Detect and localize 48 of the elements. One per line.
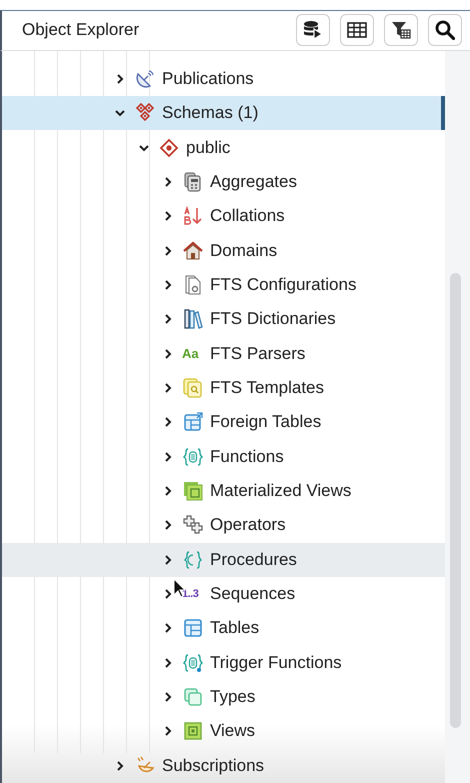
search-icon <box>435 20 455 40</box>
tree-item-label[interactable]: FTS Dictionaries <box>210 309 336 330</box>
tree-item-label[interactable]: Trigger Functions <box>210 652 342 673</box>
tree-item-label[interactable]: Types <box>210 687 256 708</box>
tree-item-label[interactable]: Views <box>210 721 256 742</box>
tree-item-label[interactable]: Subscriptions <box>162 756 264 776</box>
braces-icon <box>182 446 204 468</box>
tree-item-label[interactable]: public <box>186 138 230 158</box>
object-icon <box>182 411 204 434</box>
plus-signs-icon <box>182 514 204 536</box>
grid-icon <box>347 22 367 38</box>
tree-item-label[interactable]: Materialized Views <box>210 481 352 502</box>
tree-item-label[interactable]: Sequences <box>210 584 296 604</box>
database-icon <box>303 20 323 40</box>
node-icon: Aa <box>182 346 204 362</box>
object-icon <box>182 686 204 708</box>
tree-item-label[interactable]: Operators <box>210 515 286 536</box>
diamond-icon <box>158 136 180 159</box>
object-icon <box>182 377 204 400</box>
braces-icon <box>182 548 204 571</box>
table-icon <box>182 617 204 640</box>
books-icon <box>182 308 204 330</box>
object-icon <box>182 720 204 742</box>
tree-item-label[interactable]: Functions <box>210 446 284 467</box>
tree-item-label[interactable]: Tables <box>210 618 260 638</box>
tree-item-label[interactable]: Publications <box>162 68 254 89</box>
filter-button[interactable] <box>384 14 418 46</box>
tree-item-label[interactable]: FTS Parsers <box>210 344 306 364</box>
panel-title: Object Explorer <box>22 20 140 40</box>
tree-item-label[interactable]: Schemas (1) <box>162 103 258 124</box>
query-tool-button[interactable] <box>296 14 330 46</box>
object-icon <box>182 480 204 502</box>
tree-item-label[interactable]: Aggregates <box>210 172 297 192</box>
tree-item-label[interactable]: FTS Configurations <box>210 275 356 296</box>
scrollbar-thumb[interactable] <box>450 272 461 728</box>
satellite-dish-icon <box>134 68 156 90</box>
tree-item-label[interactable]: FTS Templates <box>210 378 324 398</box>
tree-item-label[interactable]: Procedures <box>210 550 297 570</box>
tree-item-label[interactable]: Domains <box>210 240 278 261</box>
sort-icon <box>182 205 204 228</box>
house-icon <box>182 240 204 262</box>
tree-item-label[interactable]: Foreign Tables <box>210 412 322 432</box>
node-icon: 1..3 <box>182 588 204 600</box>
table-view-button[interactable] <box>340 14 374 46</box>
tree-item-label[interactable]: Collations <box>210 206 285 226</box>
filter-icon <box>391 21 411 40</box>
search-button[interactable] <box>428 14 462 46</box>
braces-icon <box>182 652 204 674</box>
